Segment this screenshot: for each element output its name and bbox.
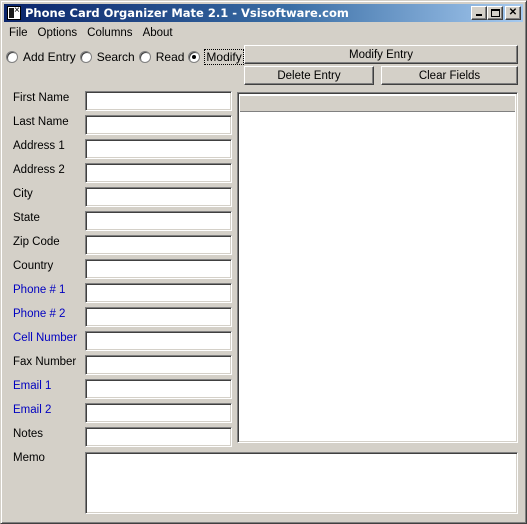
menu-options[interactable]: Options (33, 27, 83, 39)
radio-label: Read (155, 50, 185, 64)
clear-fields-button[interactable]: Clear Fields (381, 66, 518, 85)
country-label: Country (13, 260, 54, 272)
phone-card-app-icon[interactable] (7, 5, 21, 20)
radio-button-checked-icon[interactable] (188, 51, 201, 63)
cell-number-label: Cell Number (13, 332, 77, 344)
address-2-label: Address 2 (13, 164, 65, 176)
memo-textarea[interactable] (85, 452, 518, 514)
email-2-input[interactable] (85, 403, 232, 423)
email-2-label: Email 2 (13, 404, 52, 416)
fax-number-label: Fax Number (13, 356, 77, 368)
memo-label: Memo (13, 452, 45, 464)
radio-label: Modify (204, 49, 244, 65)
radio-button-icon[interactable] (79, 51, 92, 63)
radio-search[interactable]: Search (79, 50, 135, 64)
address-2-input[interactable] (85, 163, 232, 183)
address-1-input[interactable] (85, 139, 232, 159)
menu-about[interactable]: About (138, 27, 178, 39)
minimize-button[interactable] (471, 6, 487, 20)
city-input[interactable] (85, 187, 232, 207)
email-1-label: Email 1 (13, 380, 52, 392)
close-icon: ✕ (508, 7, 518, 18)
zip-code-label: Zip Code (13, 236, 60, 248)
window-title: Phone Card Organizer Mate 2.1 - Vsisoftw… (25, 6, 349, 20)
maximize-button[interactable] (487, 6, 503, 20)
radio-read[interactable]: Read (138, 50, 185, 64)
window-controls: ✕ (471, 6, 521, 20)
modify-entry-button[interactable]: Modify Entry (244, 45, 518, 64)
city-label: City (13, 188, 33, 200)
fax-number-input[interactable] (85, 355, 232, 375)
mode-radio-group: Add Entry Search Read Modify (6, 49, 247, 65)
maximize-icon (491, 9, 500, 17)
menu-columns[interactable]: Columns (82, 27, 137, 39)
radio-modify[interactable]: Modify (188, 49, 244, 65)
delete-entry-button[interactable]: Delete Entry (244, 66, 374, 85)
last-name-input[interactable] (85, 115, 232, 135)
first-name-label: First Name (13, 92, 70, 104)
radio-add-entry[interactable]: Add Entry (6, 50, 76, 64)
radio-button-icon[interactable] (6, 51, 18, 63)
phone-1-label: Phone # 1 (13, 284, 66, 296)
list-column-header[interactable] (240, 95, 515, 112)
notes-label: Notes (13, 428, 44, 440)
notes-input[interactable] (85, 427, 232, 447)
email-1-input[interactable] (85, 379, 232, 399)
menu-file[interactable]: File (4, 27, 33, 39)
results-list[interactable] (237, 92, 518, 443)
phone-1-input[interactable] (85, 283, 232, 303)
last-name-label: Last Name (13, 116, 69, 128)
app-window: Phone Card Organizer Mate 2.1 - Vsisoftw… (0, 0, 527, 524)
menu-bar: File Options Columns About (4, 23, 178, 42)
phone-2-input[interactable] (85, 307, 232, 327)
title-bar[interactable]: Phone Card Organizer Mate 2.1 - Vsisoftw… (4, 4, 523, 22)
first-name-input[interactable] (85, 91, 232, 111)
state-input[interactable] (85, 211, 232, 231)
address-1-label: Address 1 (13, 140, 65, 152)
cell-number-input[interactable] (85, 331, 232, 351)
minimize-icon (476, 14, 482, 16)
radio-label: Add Entry (23, 50, 76, 64)
close-button[interactable]: ✕ (505, 6, 521, 20)
phone-2-label: Phone # 2 (13, 308, 66, 320)
radio-button-icon[interactable] (138, 51, 151, 63)
zip-code-input[interactable] (85, 235, 232, 255)
radio-label: Search (96, 50, 135, 64)
country-input[interactable] (85, 259, 232, 279)
state-label: State (13, 212, 40, 224)
